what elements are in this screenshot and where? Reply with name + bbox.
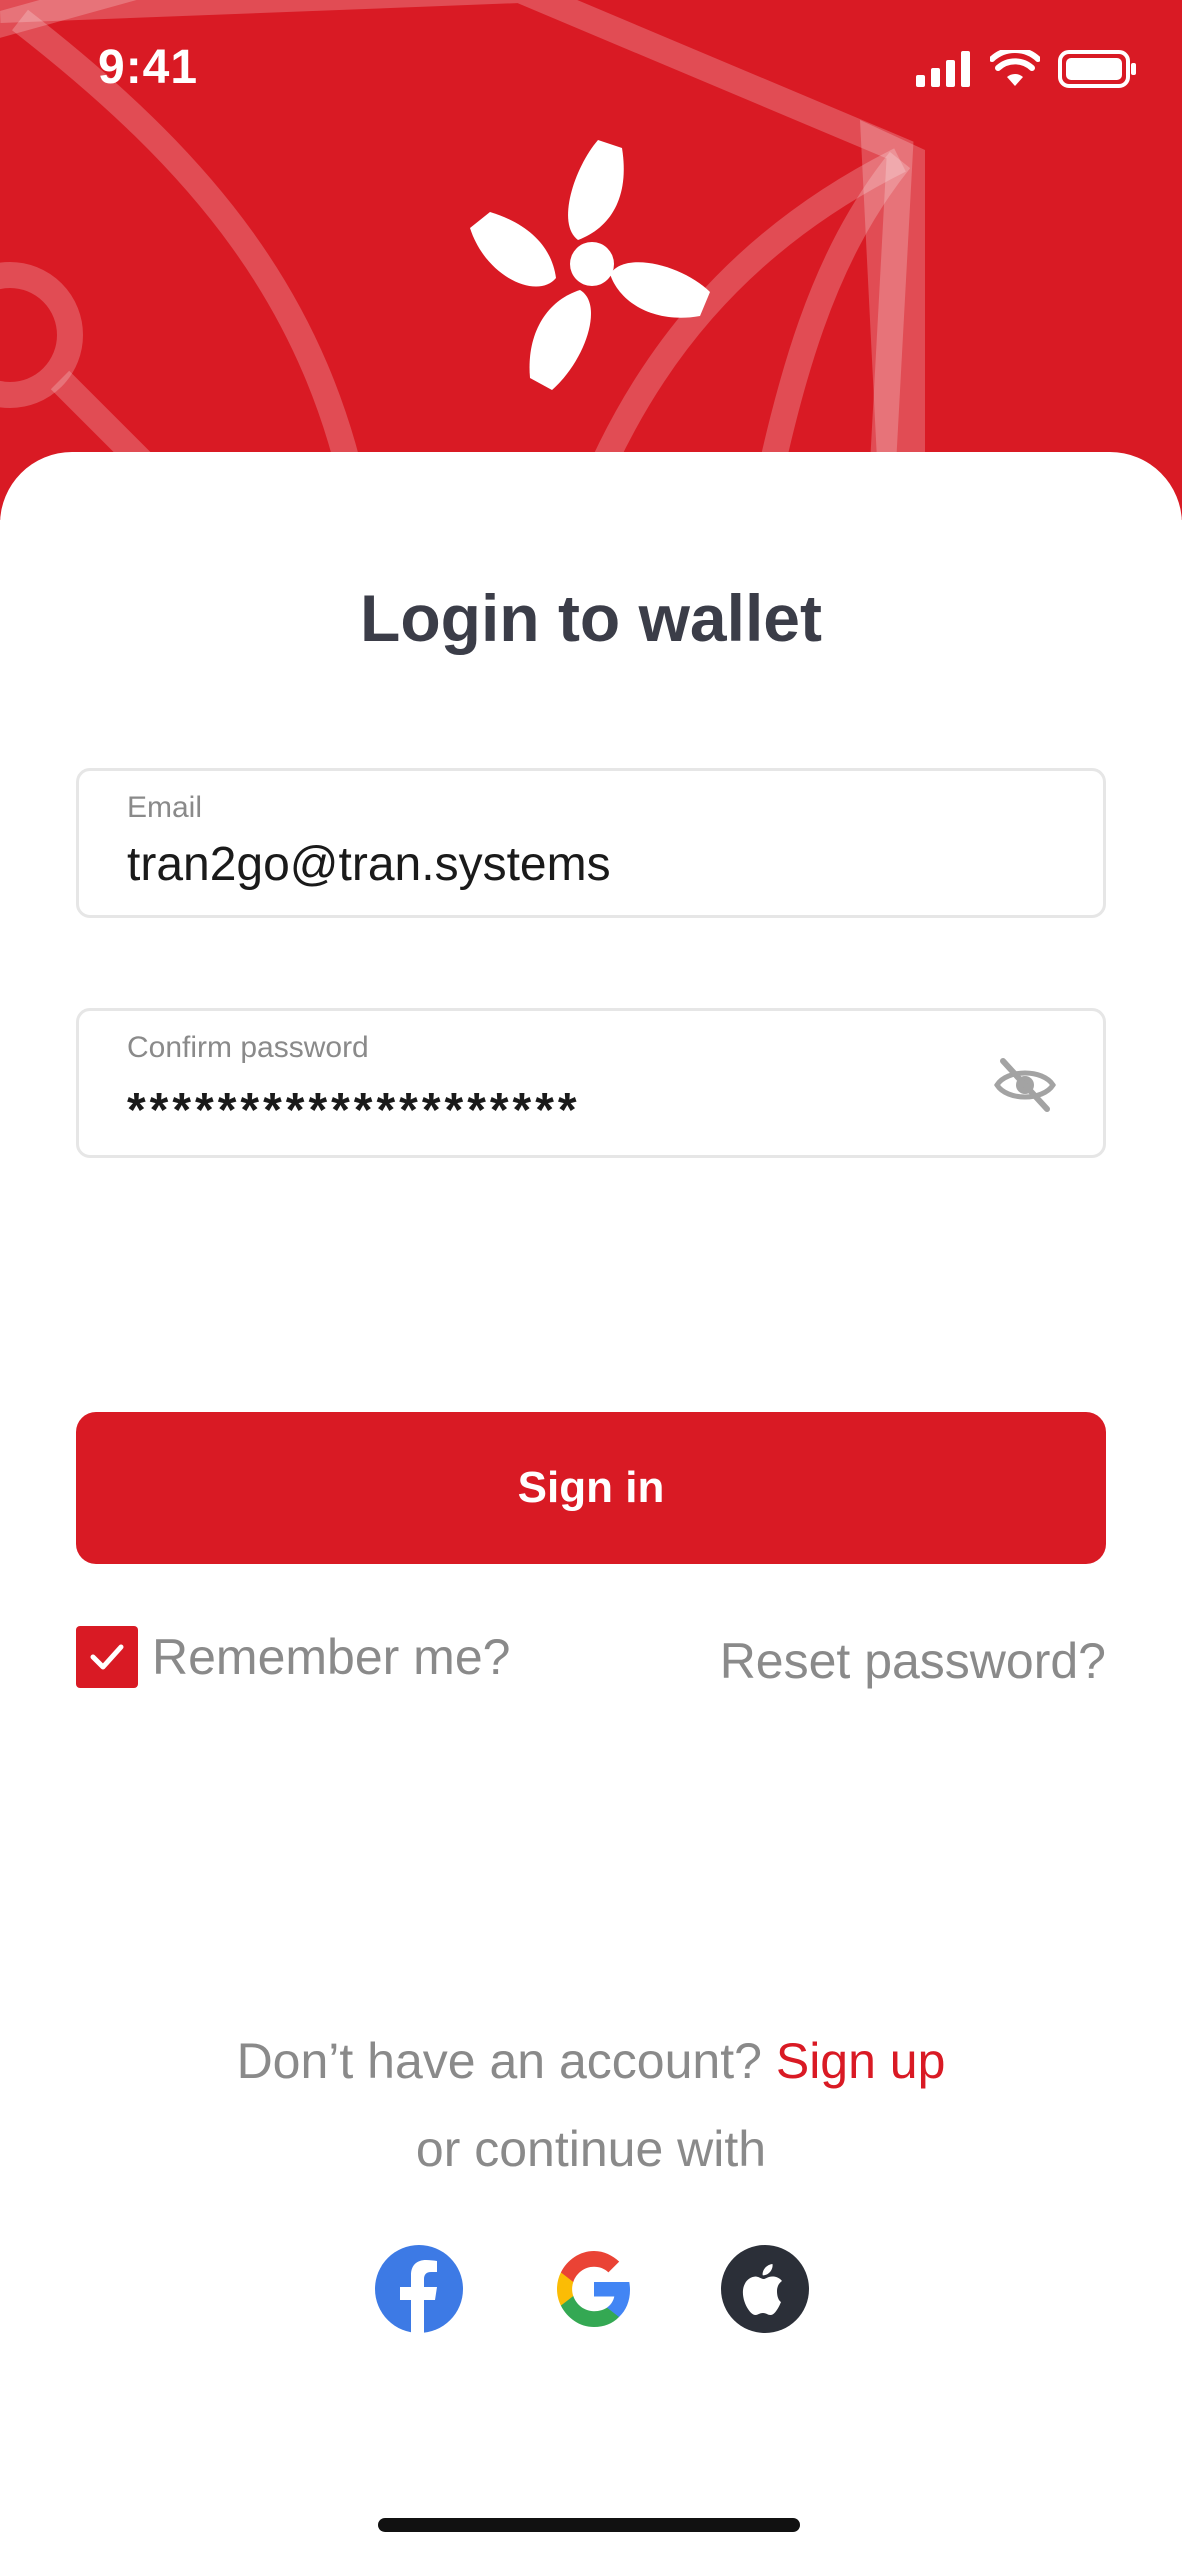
status-bar: 9:41 — [0, 0, 1182, 140]
password-label: Confirm password — [127, 1031, 369, 1064]
remember-label[interactable]: Remember me? — [152, 1628, 510, 1686]
brand-logo — [470, 140, 710, 390]
wifi-icon — [990, 50, 1040, 86]
sign-in-button[interactable]: Sign in — [76, 1412, 1106, 1564]
email-field[interactable]: Email tran2go@tran.systems — [76, 768, 1106, 918]
battery-icon — [1058, 50, 1136, 88]
page-title: Login to wallet — [360, 581, 822, 655]
remember-checkbox[interactable] — [76, 1626, 138, 1688]
email-value[interactable]: tran2go@tran.systems — [127, 837, 611, 892]
password-value[interactable]: ******************** — [127, 1083, 581, 1138]
password-field[interactable]: Confirm password ******************** — [76, 1008, 1106, 1158]
eye-off-icon[interactable] — [993, 1055, 1057, 1115]
google-icon[interactable] — [548, 2244, 638, 2334]
home-indicator[interactable] — [378, 2518, 800, 2532]
signal-icon — [916, 51, 970, 87]
sign-up-link[interactable]: Sign up — [776, 2033, 946, 2089]
no-account-text: Don’t have an account? — [236, 2033, 762, 2089]
remember-me[interactable]: Remember me? — [76, 1626, 510, 1688]
status-time: 9:41 — [98, 41, 199, 94]
reset-password-link[interactable]: Reset password? — [720, 1632, 1106, 1690]
signup-prompt: Don’t have an account? Sign up — [0, 2032, 1182, 2090]
check-icon — [90, 1644, 124, 1670]
email-label: Email — [127, 791, 203, 824]
continue-with-text: or continue with — [415, 2121, 767, 2177]
facebook-icon[interactable] — [374, 2244, 464, 2334]
apple-icon[interactable] — [720, 2244, 810, 2334]
